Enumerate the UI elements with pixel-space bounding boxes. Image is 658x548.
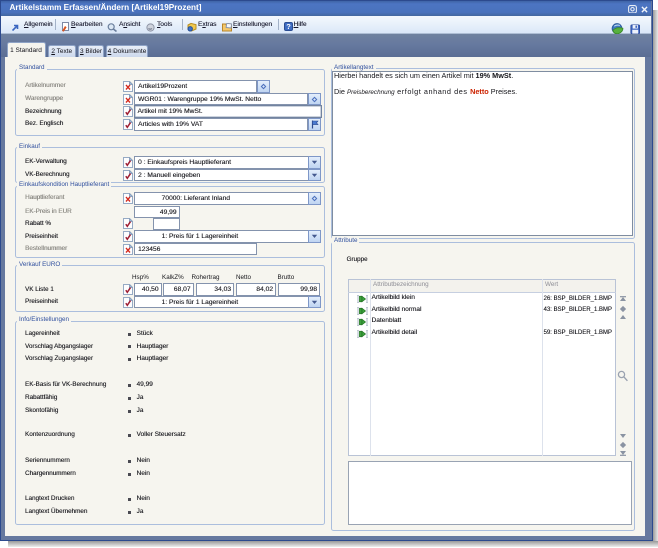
svg-text:?: ? (286, 22, 291, 31)
